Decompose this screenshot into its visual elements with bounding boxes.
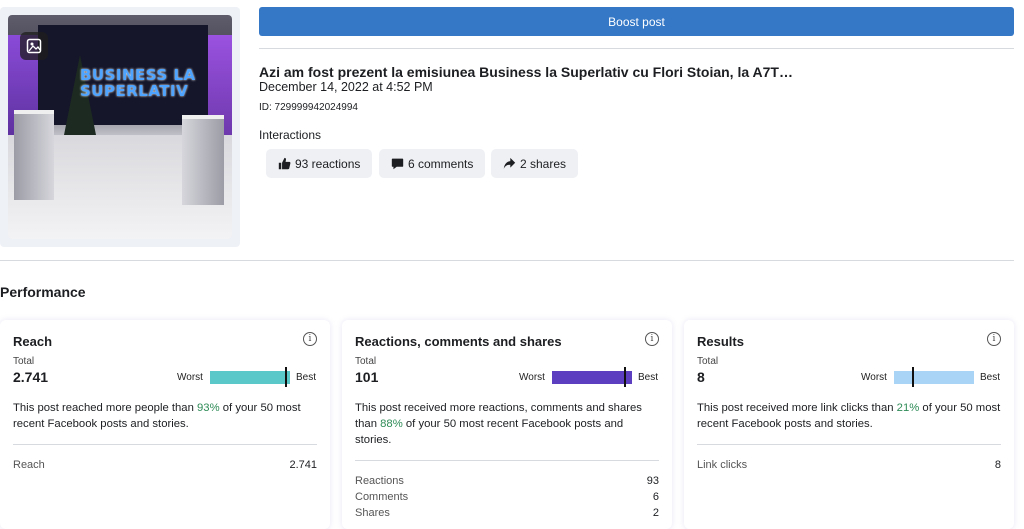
- metric-value: 93: [646, 475, 659, 487]
- percentile-value: 21%: [896, 402, 920, 414]
- comment-icon: [391, 158, 404, 170]
- card-divider: [355, 460, 659, 461]
- info-icon[interactable]: i: [987, 332, 1001, 346]
- metric-label: Reach: [13, 459, 45, 471]
- studio-desk-right: [182, 115, 224, 205]
- card-description: This post received more reactions, comme…: [355, 402, 642, 446]
- card-title: Results: [697, 334, 744, 349]
- interactions-heading: Interactions: [259, 128, 322, 142]
- percentile-marker: [912, 367, 914, 387]
- shares-chip[interactable]: 2 shares: [491, 149, 579, 178]
- total-label: Total: [697, 356, 719, 367]
- card-title: Reactions, comments and shares: [355, 334, 562, 349]
- reach-card: Reach i Total 2.741 Worst Best This post…: [0, 320, 330, 529]
- card-title: Reach: [13, 334, 53, 349]
- worst-label: Worst: [519, 372, 545, 383]
- shares-chip-label: 2 shares: [520, 156, 567, 171]
- total-value: 101: [355, 369, 379, 385]
- card-divider: [13, 444, 317, 445]
- metric-label: Comments: [355, 491, 409, 503]
- percentile-bar: [552, 371, 632, 384]
- results-card: Results i Total 8 Worst Best This post r…: [684, 320, 1014, 529]
- reactions-chip-label: 93 reactions: [295, 156, 361, 171]
- metric-label: Reactions: [355, 475, 404, 487]
- metric-label: Shares: [355, 507, 390, 519]
- thumbs-up-icon: [278, 157, 291, 170]
- best-label: Best: [296, 372, 317, 383]
- metric-value: 6: [652, 491, 659, 503]
- share-arrow-icon: [503, 157, 516, 169]
- worst-label: Worst: [861, 372, 887, 383]
- card-description: This post reached more people than 93% o…: [13, 402, 301, 430]
- percentile-bar: [210, 371, 290, 384]
- percentile-value: 93%: [197, 402, 220, 414]
- info-icon[interactable]: i: [303, 332, 317, 346]
- header-divider: [259, 48, 1014, 49]
- percentile-marker: [624, 367, 626, 387]
- studio-logo-text: BUSINESS LA SUPERLATIV: [80, 66, 196, 100]
- metric-value: 2.741: [289, 459, 317, 471]
- worst-label: Worst: [177, 372, 203, 383]
- post-id: ID: 729999942024994: [259, 102, 358, 113]
- metric-value: 2: [652, 507, 659, 519]
- studio-desk-left: [14, 110, 54, 200]
- best-label: Best: [980, 372, 1001, 383]
- comments-chip-label: 6 comments: [408, 156, 474, 171]
- total-value: 2.741: [13, 369, 49, 385]
- post-title[interactable]: Azi am fost prezent la emisiunea Busines…: [259, 64, 859, 80]
- boost-post-button[interactable]: Boost post: [259, 7, 1014, 36]
- metric-label: Link clicks: [697, 459, 748, 471]
- reactions-chip[interactable]: 93 reactions: [266, 149, 373, 178]
- comments-chip[interactable]: 6 comments: [379, 149, 486, 178]
- total-value: 8: [697, 369, 705, 385]
- best-label: Best: [638, 372, 659, 383]
- performance-heading: Performance: [0, 284, 86, 300]
- info-icon[interactable]: i: [645, 332, 659, 346]
- percentile-value: 88%: [380, 418, 403, 430]
- card-description: This post received more link clicks than…: [697, 402, 1001, 430]
- metric-value: 8: [994, 459, 1001, 471]
- card-divider: [697, 444, 1001, 445]
- total-label: Total: [13, 356, 35, 367]
- total-label: Total: [355, 356, 377, 367]
- post-thumbnail-frame[interactable]: BUSINESS LA SUPERLATIV: [0, 7, 240, 247]
- photo-icon: [20, 32, 48, 60]
- engagement-card: Reactions, comments and shares i Total 1…: [342, 320, 672, 529]
- post-date: December 14, 2022 at 4:52 PM: [259, 80, 433, 94]
- percentile-bar: [894, 371, 974, 384]
- section-divider: [0, 260, 1014, 261]
- percentile-marker: [285, 367, 287, 387]
